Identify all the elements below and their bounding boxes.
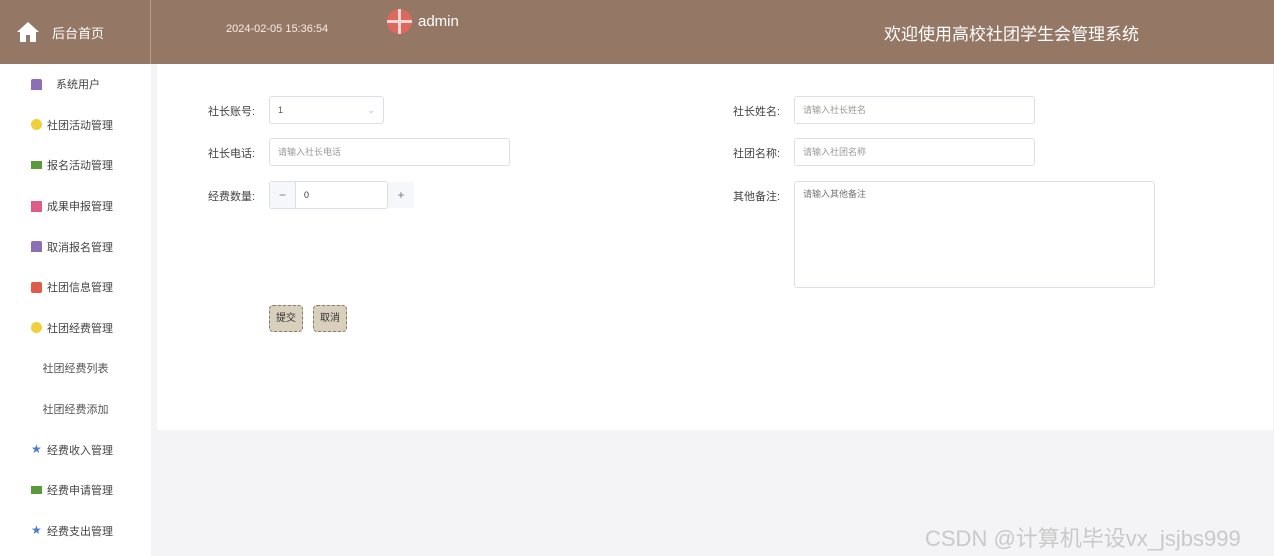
sidebar-item[interactable]: ★ 经费支出管理: [0, 511, 151, 552]
remarks-label: 其他备注:: [733, 191, 781, 203]
sidebar-item-label: 取消报名管理: [47, 241, 113, 254]
chevron-down-icon: ⌄: [367, 105, 375, 115]
leader-account-label: 社长账号:: [208, 106, 256, 118]
submit-button[interactable]: 提交: [269, 305, 303, 332]
leader-name-label: 社长姓名:: [733, 106, 781, 118]
smile-icon: [31, 119, 42, 131]
sidebar-item-label: 社团经费管理: [47, 322, 113, 335]
sidebar-item-label: 经费收入管理: [47, 444, 113, 457]
sidebar-item-label: 社团经费添加: [42, 404, 109, 417]
sidebar-item[interactable]: 社团活动管理: [0, 105, 151, 146]
minus-button[interactable]: −: [270, 182, 296, 208]
sidebar-item-label: 社团经费列表: [42, 363, 109, 376]
cancel-button[interactable]: 取消: [313, 305, 347, 332]
user-group-icon: [31, 78, 42, 90]
home-icon: [17, 22, 39, 42]
sidebar-item[interactable]: 成果申报管理: [0, 186, 151, 227]
sidebar-item[interactable]: 报名活动管理: [0, 145, 151, 186]
leader-name-input[interactable]: 请输入社长姓名: [794, 96, 1035, 124]
sidebar-item-label: 报名活动管理: [47, 160, 113, 173]
sidebar-item-label: 经费支出管理: [47, 525, 113, 538]
top-header: 后台首页 2024-02-05 15:36:54 admin 欢迎使用高校社团学…: [0, 0, 1274, 64]
home-label: 后台首页: [52, 25, 105, 41]
plus-button[interactable]: +: [388, 182, 414, 208]
username[interactable]: admin: [418, 13, 459, 30]
sidebar-item-label: 经费申请管理: [47, 485, 113, 498]
sidebar-item[interactable]: 社团经费列表: [0, 348, 151, 389]
sidebar-item[interactable]: 社团经费管理: [0, 308, 151, 349]
sidebar-item-label: 社团信息管理: [47, 282, 113, 295]
home-link[interactable]: 后台首页: [0, 0, 151, 64]
funds-stepper[interactable]: − 0 +: [269, 181, 414, 209]
sidebar-item-label: 社团活动管理: [47, 119, 113, 132]
user-group-icon: [31, 241, 42, 253]
funds-label: 经费数量:: [208, 191, 256, 203]
sidebar-item[interactable]: 社团经费添加: [0, 389, 151, 430]
smile-icon: [31, 322, 42, 334]
avatar[interactable]: [387, 9, 412, 34]
sidebar-item-label: 系统用户: [56, 79, 100, 92]
leader-phone-input[interactable]: 请输入社长电话: [269, 138, 510, 166]
sidebar-item[interactable]: 系统用户: [0, 64, 151, 105]
leader-account-value: 1: [278, 105, 284, 115]
funds-value[interactable]: 0: [296, 182, 387, 208]
grid-icon: [31, 281, 42, 293]
sidebar-item[interactable]: 社团信息管理: [0, 267, 151, 308]
sidebar-item[interactable]: 经费申请管理: [0, 470, 151, 511]
sidebar: 系统用户社团活动管理 报名活动管理 成果申报管理 取消报名管理 社团信息管理 社团经费管理…: [0, 64, 151, 556]
sidebar-item[interactable]: 取消报名管理: [0, 226, 151, 267]
sidebar-item[interactable]: ★ 经费收入管理: [0, 429, 151, 470]
watermark: CSDN @计算机毕设vx_jsjbs999: [925, 526, 1241, 551]
club-name-input[interactable]: 请输入社团名称: [794, 138, 1035, 166]
star-icon: ★: [31, 523, 42, 538]
leader-account-select[interactable]: 1 ⌄: [269, 96, 384, 124]
message-icon: [31, 486, 42, 495]
message-icon: [31, 161, 42, 170]
datetime: 2024-02-05 15:36:54: [226, 23, 329, 35]
leader-phone-label: 社长电话:: [208, 148, 256, 160]
club-name-label: 社团名称:: [733, 148, 781, 160]
remarks-textarea[interactable]: [794, 181, 1155, 288]
system-title: 欢迎使用高校社团学生会管理系统: [884, 25, 1139, 44]
sidebar-item-label: 成果申报管理: [47, 201, 113, 214]
main-form: 社长账号: 1 ⌄ 社长电话: 请输入社长电话 经费数量: − 0 + 社长姓名…: [157, 64, 1273, 430]
document-icon: [31, 200, 42, 212]
star-icon: ★: [31, 442, 42, 457]
